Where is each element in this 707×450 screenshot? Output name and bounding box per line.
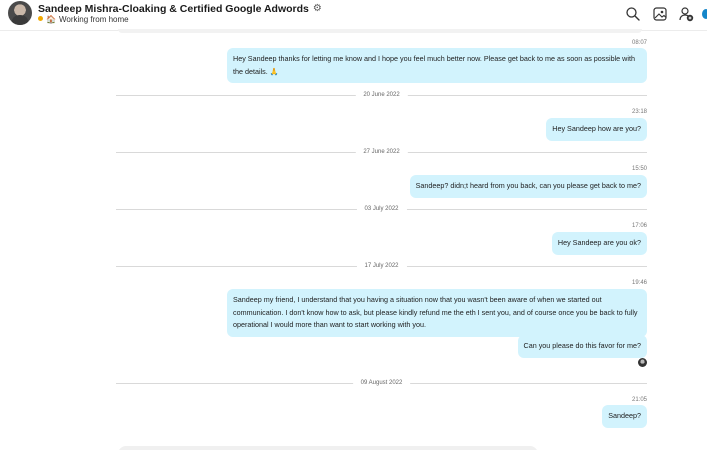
message-bubble[interactable]: Sandeep? (602, 405, 647, 428)
edge-indicator (702, 9, 707, 19)
contact-name-text: Sandeep Mishra-Cloaking & Certified Goog… (38, 3, 309, 15)
date-separator: 17 July 2022 (116, 261, 647, 271)
date-separator-label: 27 June 2022 (355, 147, 408, 157)
next-message-meta (548, 446, 648, 450)
message-bubble[interactable]: Can you please do this favor for me? (517, 335, 647, 358)
message-time: 21:05 (631, 397, 647, 403)
message-time: 19:46 (631, 280, 647, 286)
message-time: 08:07 (631, 40, 647, 46)
date-separator: 20 June 2022 (116, 90, 647, 100)
chat-header: Sandeep Mishra-Cloaking & Certified Goog… (0, 0, 707, 30)
message-time: 15:50 (631, 166, 647, 172)
message-bubble[interactable]: Hey Sandeep thanks for letting me know a… (227, 48, 647, 83)
message-time: 17:06 (631, 223, 647, 229)
date-separator-label: 09 August 2022 (352, 378, 411, 388)
date-separator-label: 20 June 2022 (355, 90, 408, 100)
message-time: 23:18 (631, 109, 647, 115)
message-bubble[interactable]: Hey Sandeep are you ok? (551, 232, 647, 255)
date-separator-label: 17 July 2022 (356, 261, 407, 271)
date-separator: 09 August 2022 (116, 378, 647, 388)
message-bubble[interactable]: Sandeep my friend, I understand that you… (227, 289, 647, 337)
date-separator: 03 July 2022 (116, 204, 647, 214)
add-person-icon[interactable] (678, 6, 694, 22)
next-message-bubble (118, 446, 538, 450)
date-separator: 27 June 2022 (116, 147, 647, 157)
house-icon: 🏠 (46, 15, 56, 24)
read-receipt-avatar (638, 358, 647, 367)
search-icon[interactable] (625, 6, 641, 22)
previous-message-bubble (118, 29, 642, 33)
contact-avatar[interactable] (8, 1, 32, 25)
status-row: 🏠 Working from home (38, 15, 129, 24)
contact-name[interactable]: Sandeep Mishra-Cloaking & Certified Goog… (38, 3, 322, 15)
message-bubble[interactable]: Sandeep? didn;t heard from you back, can… (409, 175, 647, 198)
gear-icon[interactable]: ⚙ (313, 3, 322, 14)
gallery-icon[interactable] (652, 6, 668, 22)
status-text: Working from home (58, 15, 129, 24)
date-separator-label: 03 July 2022 (356, 204, 407, 214)
message-bubble[interactable]: Hey Sandeep how are you? (546, 118, 647, 141)
status-dot (38, 16, 43, 21)
